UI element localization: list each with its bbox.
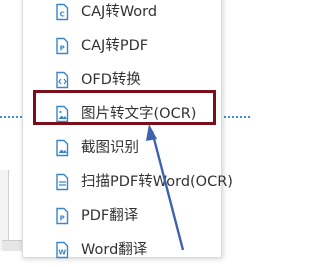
pdf-document-icon: P	[56, 37, 69, 55]
menu-item-word-translate[interactable]: W Word翻译	[23, 233, 221, 267]
svg-text:P: P	[60, 215, 65, 223]
screenshot-icon	[56, 139, 69, 157]
menu-item-scan-pdf-to-word-ocr[interactable]: 扫描PDF转Word(OCR)	[23, 165, 233, 199]
menu-item-ofd-convert[interactable]: OFD转换	[23, 63, 221, 97]
menu-item-pdf-translate[interactable]: P PDF翻译	[23, 199, 221, 233]
translate-document-icon: P	[56, 207, 69, 225]
menu-item-image-to-text-ocr[interactable]: 图片转文字(OCR)	[23, 97, 221, 131]
menu-item-label: Word翻译	[81, 242, 148, 258]
menu-item-label: 图片转文字(OCR)	[81, 106, 197, 122]
menu-item-caj-to-word[interactable]: C CAJ转Word	[23, 0, 221, 29]
scan-document-icon	[56, 173, 69, 191]
menu-item-caj-to-pdf[interactable]: P CAJ转PDF	[23, 29, 221, 63]
ofd-code-icon	[56, 71, 69, 89]
menu-item-screenshot-recognition[interactable]: 截图识别	[23, 131, 221, 165]
menu-item-label: 截图识别	[81, 140, 139, 156]
menu-item-label: OFD转换	[81, 72, 141, 88]
dotted-connector-right	[220, 116, 250, 118]
image-document-icon	[56, 105, 69, 123]
menu-item-label: PDF翻译	[81, 208, 139, 224]
dotted-connector-left	[0, 116, 22, 118]
menu-item-label: CAJ转Word	[81, 4, 158, 20]
svg-text:P: P	[60, 45, 65, 53]
left-panel-edge	[0, 170, 9, 250]
word-document-icon: W	[56, 241, 69, 259]
convert-dropdown-menu: C CAJ转Word P CAJ转PDF OFD转换 图片转文字(OCR) 截图…	[22, 0, 233, 259]
menu-item-label: CAJ转PDF	[81, 38, 149, 54]
menu-item-label: 扫描PDF转Word(OCR)	[81, 174, 233, 190]
svg-text:C: C	[60, 11, 65, 19]
caj-document-icon: C	[56, 3, 69, 21]
